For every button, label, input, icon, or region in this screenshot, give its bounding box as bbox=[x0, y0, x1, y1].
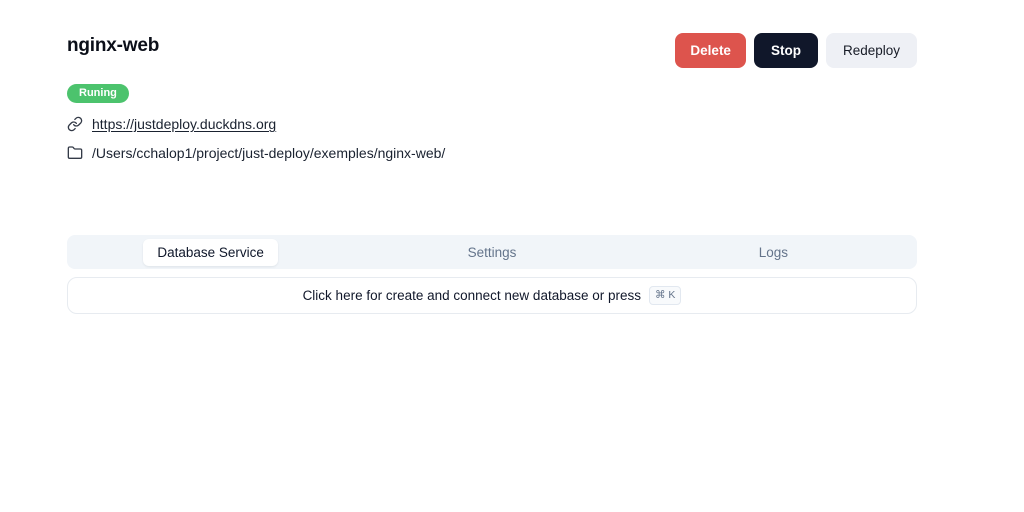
redeploy-button[interactable]: Redeploy bbox=[825, 33, 917, 68]
deploy-url-row: https://justdeploy.duckdns.org bbox=[67, 116, 917, 132]
action-buttons: Delete Stop Redeploy bbox=[675, 33, 917, 68]
stop-button[interactable]: Stop bbox=[753, 33, 818, 68]
project-path: /Users/cchalop1/project/just-deploy/exem… bbox=[92, 145, 446, 161]
create-database-text: Click here for create and connect new da… bbox=[302, 288, 641, 303]
app-page: nginx-web Delete Stop Redeploy Runing ht… bbox=[0, 0, 1024, 512]
page-title: nginx-web bbox=[67, 35, 160, 56]
folder-icon bbox=[67, 145, 83, 161]
delete-button[interactable]: Delete bbox=[675, 33, 746, 68]
status-badge: Runing bbox=[67, 84, 129, 103]
tab-settings-label: Settings bbox=[467, 244, 517, 260]
content-container: nginx-web Delete Stop Redeploy Runing ht… bbox=[67, 0, 917, 314]
deploy-url-link[interactable]: https://justdeploy.duckdns.org bbox=[92, 116, 276, 132]
link-icon bbox=[67, 116, 83, 132]
tab-database-service-label: Database Service bbox=[143, 238, 278, 266]
tab-logs-label: Logs bbox=[758, 244, 788, 260]
tab-database-service[interactable]: Database Service bbox=[70, 238, 351, 266]
header: nginx-web Delete Stop Redeploy bbox=[67, 33, 917, 68]
tab-bar: Database Service Settings Logs bbox=[67, 235, 917, 269]
tab-logs[interactable]: Logs bbox=[633, 238, 914, 266]
keyboard-shortcut-badge: ⌘ K bbox=[649, 285, 682, 306]
create-database-bar[interactable]: Click here for create and connect new da… bbox=[67, 277, 917, 314]
project-path-row: /Users/cchalop1/project/just-deploy/exem… bbox=[67, 145, 917, 161]
tab-settings[interactable]: Settings bbox=[351, 238, 632, 266]
